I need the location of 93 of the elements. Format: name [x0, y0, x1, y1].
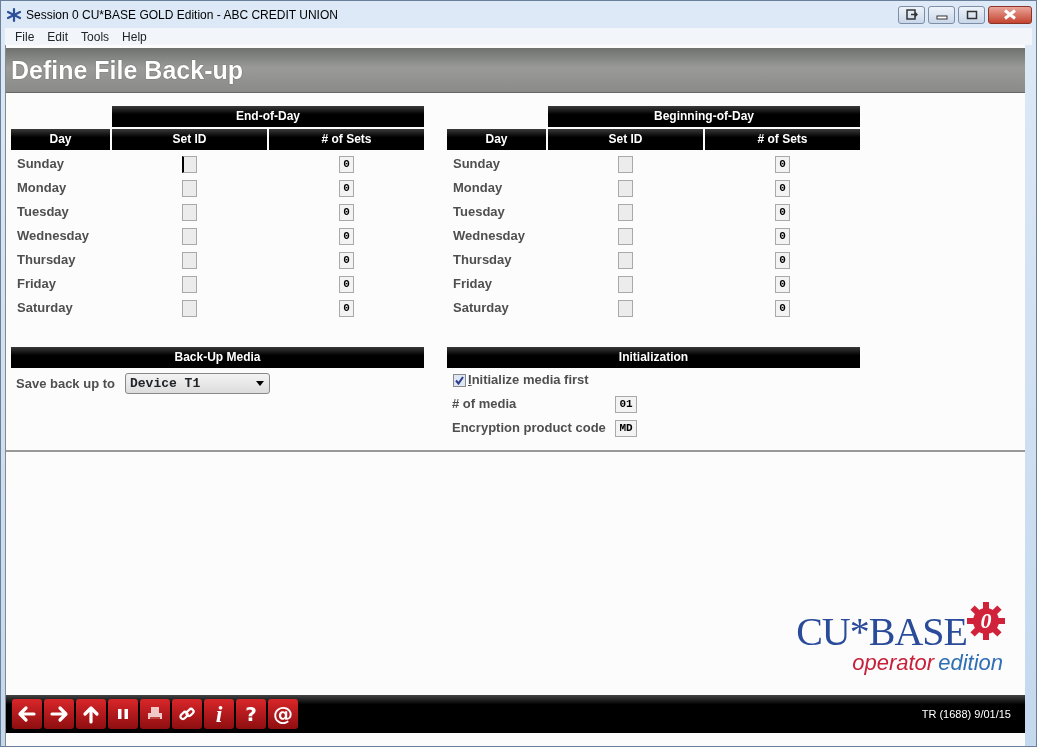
day-label: Friday — [17, 275, 56, 294]
status-text: TR (1688) 9/01/15 — [921, 706, 1011, 722]
day-label: Sunday — [17, 155, 64, 174]
menu-item[interactable]: Help — [122, 27, 147, 46]
logo-tagline: operator — [852, 652, 935, 674]
toolbar-button[interactable] — [12, 699, 42, 729]
sets-field[interactable]: 0 — [339, 227, 354, 245]
sets-field[interactable]: 0 — [339, 299, 354, 317]
section-header: Back-Up Media — [11, 347, 424, 368]
day-label: Wednesday — [17, 227, 89, 246]
set-id-field[interactable] — [618, 275, 633, 293]
day-label: Saturday — [17, 299, 73, 318]
page-title: Define File Back-up — [11, 57, 243, 83]
set-id-field[interactable] — [182, 179, 197, 197]
sets-field[interactable]: 0 — [775, 251, 790, 269]
toolbar-button[interactable]: ? — [236, 699, 266, 729]
window-exit-icon — [905, 9, 918, 20]
toolbar-button[interactable] — [172, 699, 202, 729]
day-label: Wednesday — [453, 227, 525, 246]
back-arrow-icon — [17, 704, 37, 724]
logo-numeral: 0 — [980, 610, 992, 632]
day-label: Tuesday — [453, 203, 505, 222]
set-id-field[interactable] — [182, 155, 197, 173]
day-label: Tuesday — [17, 203, 69, 222]
sets-field[interactable]: 0 — [339, 251, 354, 269]
sets-field[interactable]: 0 — [775, 275, 790, 293]
group-header: Beginning-of-Day — [548, 106, 860, 127]
toolbar-button[interactable] — [44, 699, 74, 729]
day-label: Sunday — [453, 155, 500, 174]
day-label: Monday — [453, 179, 503, 198]
toolbar-button[interactable]: @ — [268, 699, 298, 729]
forward-arrow-icon — [49, 704, 69, 724]
day-label: Thursday — [453, 251, 512, 270]
section-header: Initialization — [447, 347, 860, 368]
group-header: End-of-Day — [112, 106, 424, 127]
set-id-field[interactable] — [618, 203, 633, 221]
set-id-field[interactable] — [618, 299, 633, 317]
sets-field[interactable]: 0 — [339, 155, 354, 173]
maximize-icon — [965, 9, 978, 20]
sets-field[interactable]: 0 — [775, 179, 790, 197]
logo-tagline: edition — [938, 652, 1003, 674]
sets-field[interactable]: 0 — [775, 299, 790, 317]
set-id-field[interactable] — [182, 203, 197, 221]
sets-field[interactable]: 0 — [339, 203, 354, 221]
day-label: Monday — [17, 179, 67, 198]
gear-icon — [967, 602, 1005, 640]
column-header: Day — [11, 129, 110, 150]
sets-field[interactable]: 0 — [339, 275, 354, 293]
set-id-field[interactable] — [182, 227, 197, 245]
input-field[interactable]: MD — [615, 419, 637, 437]
column-header: Day — [447, 129, 546, 150]
checkbox[interactable] — [453, 373, 466, 387]
sets-field[interactable]: 0 — [775, 203, 790, 221]
field-label: # of media — [452, 395, 518, 414]
checkbox-label: Initialize media first — [468, 371, 589, 390]
set-id-field[interactable] — [618, 227, 633, 245]
restore-to-desk-button[interactable] — [898, 5, 925, 24]
up-arrow-icon — [81, 704, 101, 724]
set-id-field[interactable] — [182, 299, 197, 317]
sets-field[interactable]: 0 — [339, 179, 354, 197]
field-label: Save back up to — [16, 374, 115, 393]
device-dropdown[interactable]: Device T1 — [125, 373, 270, 394]
set-id-field[interactable] — [618, 155, 633, 173]
day-label: Friday — [453, 275, 492, 294]
menu-item[interactable]: Edit — [47, 27, 69, 46]
sets-field[interactable]: 0 — [775, 155, 790, 173]
day-label: Thursday — [17, 251, 76, 270]
caret-icon — [256, 381, 264, 386]
logo-text: CU*BASE — [796, 612, 967, 652]
sets-field[interactable]: 0 — [775, 227, 790, 245]
app-icon — [6, 6, 22, 23]
maximize-button[interactable] — [958, 5, 985, 24]
set-id-field[interactable] — [182, 275, 197, 293]
toolbar-button[interactable] — [108, 699, 138, 729]
menu-item[interactable]: File — [15, 27, 35, 46]
set-id-field[interactable] — [618, 251, 633, 269]
close-icon — [1003, 9, 1017, 20]
input-field[interactable]: 01 — [615, 395, 637, 413]
toolbar-button[interactable] — [140, 699, 170, 729]
column-header: Set ID — [112, 129, 267, 150]
close-button[interactable] — [988, 5, 1032, 24]
column-header: # of Sets — [269, 129, 424, 150]
toolbar-button[interactable] — [76, 699, 106, 729]
toolbar-button[interactable]: i — [204, 699, 234, 729]
column-header: Set ID — [548, 129, 703, 150]
check-icon — [455, 375, 464, 385]
set-id-field[interactable] — [618, 179, 633, 197]
field-label: Encryption product code — [452, 419, 607, 438]
day-label: Saturday — [453, 299, 509, 318]
column-header: # of Sets — [705, 129, 860, 150]
set-id-field[interactable] — [182, 251, 197, 269]
menu-item[interactable]: Tools — [81, 27, 110, 46]
window-title: Session 0 CU*BASE GOLD Edition - ABC CREDIT UNION — [26, 6, 338, 24]
